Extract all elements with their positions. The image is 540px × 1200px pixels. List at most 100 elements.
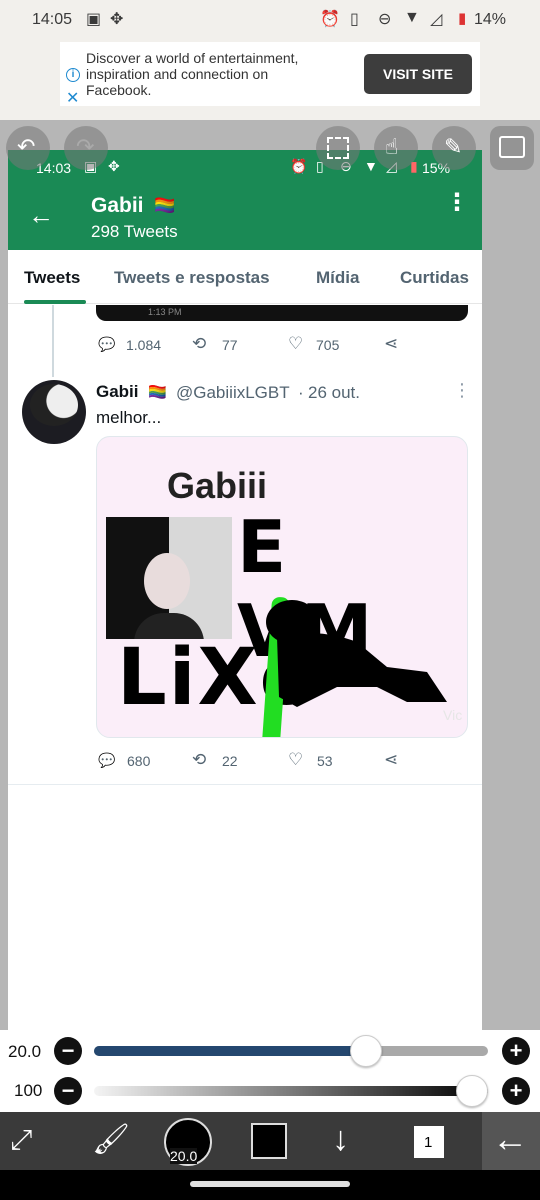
redo-icon: ↷ [76, 134, 95, 159]
like-icon[interactable]: ♡ [288, 750, 303, 770]
tweet-divider [8, 784, 482, 785]
status-time: 14:05 [32, 11, 73, 28]
tweet-date[interactable]: 26 out. [308, 383, 360, 403]
girl-face [144, 553, 190, 609]
back-button[interactable]: ← [482, 1112, 540, 1170]
dnd-icon: ⊖ [378, 11, 392, 28]
profile-name: Gabii [91, 194, 144, 217]
alarm-icon: ⏰ [320, 11, 340, 28]
opacity-value: 100 [14, 1081, 43, 1100]
transform-tool-icon[interactable]: ⤢ [10, 1124, 32, 1157]
hand-tool-button[interactable]: ☝ [374, 126, 418, 170]
like-count: 53 [317, 753, 333, 769]
back-icon: ← [492, 1118, 528, 1159]
sim-icon: ▣ [86, 11, 102, 28]
layers-button[interactable]: 1 [414, 1126, 444, 1158]
image-icon [499, 136, 525, 158]
vibrate-icon: ▯ [350, 11, 359, 28]
back-arrow-icon[interactable]: ← [28, 200, 54, 231]
hand-icon: ☝ [385, 134, 399, 159]
share-icon[interactable]: ⋖ [384, 750, 398, 770]
inner-alarm-icon: ⏰ [290, 158, 308, 174]
visit-site-button[interactable]: VISIT SITE [364, 54, 472, 94]
size-increase-button[interactable]: + [502, 1037, 530, 1065]
system-nav-bar [0, 1170, 540, 1200]
previous-image-time: 1:13 PM [148, 307, 182, 317]
brush-size-label: 20.0 [170, 1148, 198, 1164]
opacity-slider-thumb[interactable] [456, 1075, 488, 1107]
opacity-decrease-button[interactable]: − [54, 1077, 82, 1105]
retweet-count: 77 [222, 337, 238, 353]
active-tab-indicator [24, 300, 86, 304]
selection-icon [327, 137, 349, 159]
dot-separator: · [298, 383, 304, 402]
download-arrow-icon[interactable]: ↓ [332, 1120, 349, 1159]
more-options-icon[interactable]: ⋮ [445, 191, 469, 215]
wifi-icon: ▼ [404, 9, 420, 26]
tab-tweets-replies[interactable]: Tweets e respostas [114, 268, 270, 288]
bottom-toolbar: ⤢ 🖌 20.0 ↓ 1 ← [0, 1112, 540, 1170]
ad-banner-area: i ✕ Discover a world of entertainment, i… [0, 40, 540, 120]
size-decrease-button[interactable]: − [54, 1037, 82, 1065]
avatar[interactable] [22, 380, 86, 444]
image-watermark: Vic [443, 707, 463, 723]
reply-count: 680 [127, 753, 151, 769]
retweet-count: 22 [222, 753, 238, 769]
ad-banner[interactable]: i ✕ Discover a world of entertainment, i… [60, 42, 480, 108]
tab-tweets[interactable]: Tweets [24, 268, 80, 288]
image-anime-girl [106, 517, 232, 639]
layer-count: 1 [424, 1134, 433, 1151]
author-flag-icon: 🏳️‍🌈 [148, 384, 167, 401]
brush-tool-icon[interactable]: 🖌 [92, 1122, 130, 1157]
pen-tool-button[interactable]: ✎ [432, 126, 476, 170]
brush-size-value: 20.0 [8, 1042, 42, 1061]
game-icon: ✥ [110, 11, 124, 28]
device-status-bar: 14:05 ▣ ✥ ⏰ ▯ ⊖ ▼ ◿ ▮ 14% [0, 0, 540, 40]
tweet-more-icon[interactable]: ⋮ [453, 380, 471, 401]
profile-header: ← Gabii 🏳️‍🌈 298 Tweets ⋮ [8, 180, 482, 250]
size-slider-track[interactable] [94, 1035, 488, 1067]
battery-icon: ▮ [458, 10, 467, 27]
undo-button[interactable]: ↶ [6, 126, 50, 170]
tab-media[interactable]: Mídia [316, 268, 359, 288]
retweet-icon[interactable]: ⟲ [192, 750, 206, 770]
pen-icon: ✎ [444, 134, 463, 159]
tweet-count: 298 Tweets [91, 222, 178, 241]
tweet-author[interactable]: Gabii [96, 382, 139, 402]
like-count: 705 [316, 337, 340, 353]
profile-tabs: Tweets Tweets e respostas Mídia Curtidas [8, 250, 482, 304]
signal-icon: ◿ [430, 11, 443, 28]
tweet-text: melhor... [96, 408, 162, 427]
opacity-increase-button[interactable]: + [502, 1077, 530, 1105]
reply-count: 1.084 [126, 337, 162, 353]
color-swatch[interactable] [251, 1123, 287, 1159]
share-icon[interactable]: ⋖ [384, 334, 398, 354]
reply-icon[interactable]: 💬 [98, 336, 115, 353]
battery-level: 14% [474, 11, 507, 28]
redo-button[interactable]: ↷ [64, 126, 108, 170]
info-icon[interactable]: i [66, 68, 80, 82]
previous-tweet-image[interactable]: 1:13 PM [96, 305, 468, 321]
ad-text: Discover a world of entertainment, inspi… [86, 50, 299, 98]
tweet-image[interactable]: Gabiii E VM LiXo Vic [96, 436, 468, 738]
retweet-icon[interactable]: ⟲ [192, 334, 206, 354]
drawing-canvas[interactable]: 14:03 ▣ ✥ ⏰ ▯ ⊖ ▼ ◿ ▮ 15% ← Gabii 🏳️‍🌈 2… [8, 150, 482, 1112]
brush-size-button[interactable]: 20.0 [164, 1118, 212, 1166]
gallery-button[interactable] [490, 126, 534, 170]
tweet-handle[interactable]: @GabiiixLGBT [176, 383, 290, 403]
slider-panel: 20.0 − + 100 − + [0, 1030, 540, 1112]
inner-wifi-icon: ▼ [364, 158, 378, 174]
kneeling-figure [266, 600, 447, 707]
undo-icon: ↶ [17, 134, 36, 159]
size-slider-thumb[interactable] [349, 1035, 382, 1067]
like-icon[interactable]: ♡ [288, 334, 303, 354]
rainbow-flag-icon: 🏳️‍🌈 [154, 196, 176, 215]
opacity-slider-track[interactable] [94, 1075, 488, 1107]
thread-line [52, 305, 54, 377]
home-gesture-bar[interactable] [190, 1181, 350, 1187]
avatar-hair [30, 384, 78, 426]
tab-likes[interactable]: Curtidas [400, 268, 469, 288]
selection-button[interactable] [316, 126, 360, 170]
close-icon[interactable]: ✕ [66, 88, 79, 108]
reply-icon[interactable]: 💬 [98, 752, 115, 769]
